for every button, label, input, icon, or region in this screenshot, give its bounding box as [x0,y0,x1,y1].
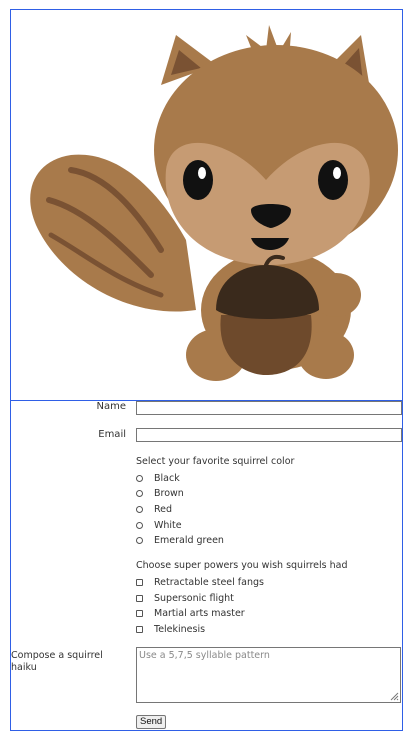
squirrel-image [30,25,398,381]
radio-button[interactable] [136,505,143,513]
checkbox-label: Supersonic flight [154,592,234,604]
checkbox[interactable] [136,578,143,586]
radio-button[interactable] [136,521,143,529]
checkbox-option-supersonic-flight[interactable]: Supersonic flight [136,591,234,605]
radio-option-black[interactable]: Black [136,471,180,485]
send-button[interactable]: Send [136,715,167,729]
name-label: Name [96,401,126,412]
radio-label: Black [154,472,180,484]
email-input[interactable] [136,428,402,442]
email-label: Email [98,429,126,440]
color-question: Select your favorite squirrel color [136,456,295,467]
haiku-textarea[interactable]: Use a 5,7,5 syllable pattern [136,647,401,703]
radio-option-white[interactable]: White [136,518,182,532]
radio-option-brown[interactable]: Brown [136,486,184,500]
powers-question: Choose super powers you wish squirrels h… [136,560,348,571]
haiku-label: Compose a squirrel haiku [11,650,103,673]
checkbox[interactable] [136,594,143,602]
checkbox-option-steel-fangs[interactable]: Retractable steel fangs [136,575,264,589]
radio-button[interactable] [136,474,143,482]
checkbox-option-martial-arts[interactable]: Martial arts master [136,606,245,620]
checkbox-label: Telekinesis [154,623,206,635]
radio-option-emerald-green[interactable]: Emerald green [136,533,224,547]
checkbox-option-telekinesis[interactable]: Telekinesis [136,622,205,636]
radio-label: Emerald green [154,534,224,546]
checkbox-label: Retractable steel fangs [154,576,264,588]
page-frame: Name Email Select your favorite squirrel… [10,9,403,731]
radio-label: White [154,519,182,531]
checkbox[interactable] [136,609,143,617]
radio-button[interactable] [136,489,143,497]
checkbox[interactable] [136,625,143,633]
squirrel-illustration [11,10,402,401]
name-input[interactable] [136,401,402,415]
radio-button[interactable] [136,536,143,544]
resize-grip-icon[interactable] [389,691,399,701]
haiku-placeholder: Use a 5,7,5 syllable pattern [139,650,270,661]
radio-label: Brown [154,487,184,499]
checkbox-label: Martial arts master [154,607,245,619]
radio-option-red[interactable]: Red [136,502,172,516]
radio-label: Red [154,503,173,515]
